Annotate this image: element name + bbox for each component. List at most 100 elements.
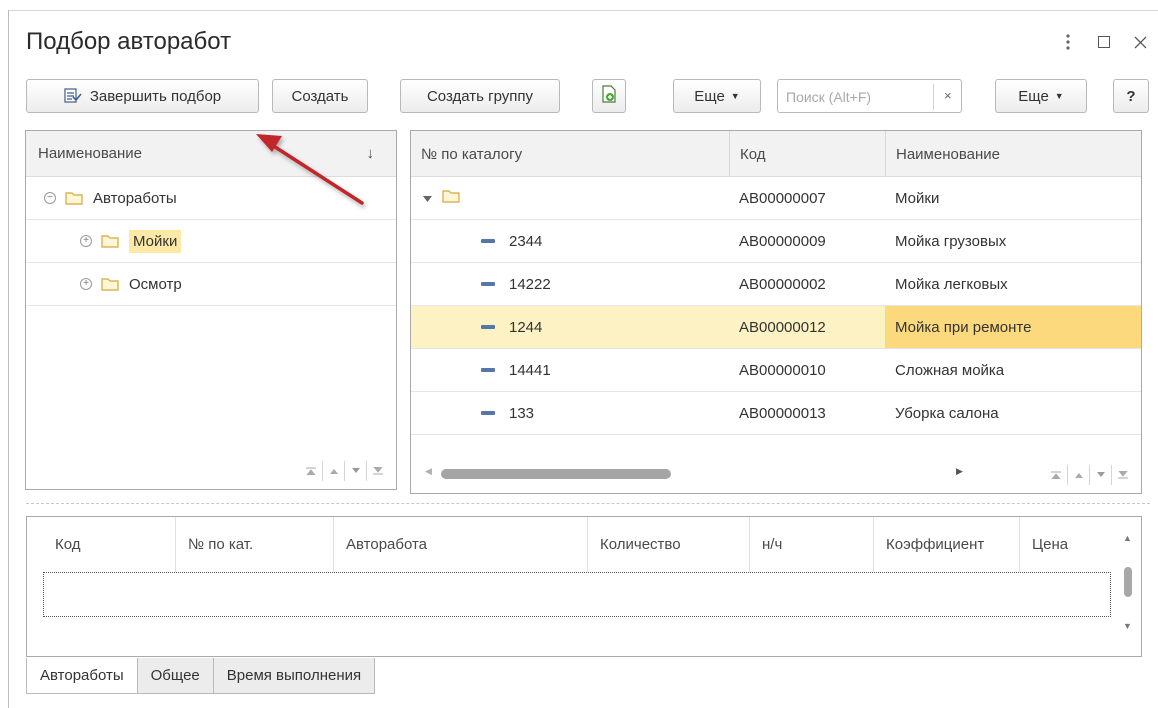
scroll-bottom-icon[interactable] [366, 461, 388, 481]
create-button[interactable]: Создать [272, 79, 368, 113]
more-label-2: Еще [1018, 87, 1049, 105]
sort-descending-icon: ↓ [366, 145, 375, 162]
finish-selection-label: Завершить подбор [89, 87, 222, 105]
horizontal-scroll-thumb[interactable] [441, 469, 671, 479]
column-work[interactable]: Авторабота [333, 517, 587, 572]
window-border-left [8, 10, 9, 708]
cell-code: AB00000007 [739, 189, 826, 207]
window-title: Подбор авторабот [26, 28, 232, 55]
scroll-down-icon[interactable] [344, 461, 366, 481]
tree-header[interactable]: Наименование ↓ [26, 131, 396, 177]
scroll-up-icon[interactable] [322, 461, 344, 481]
folder-icon [442, 189, 460, 207]
finish-selection-button[interactable]: Завершить подбор [26, 79, 259, 113]
copy-button[interactable] [592, 79, 626, 113]
window-controls [1060, 34, 1148, 50]
list-navigation [1045, 465, 1133, 485]
scroll-left-icon[interactable]: ◀ [425, 466, 432, 477]
column-price[interactable]: Цена [1019, 517, 1111, 572]
cell-catalog: 14222 [509, 275, 551, 293]
vertical-scroll-thumb[interactable] [1124, 567, 1132, 597]
column-coefficient[interactable]: Коэффициент [873, 517, 1019, 572]
cell-name: Мойки [895, 189, 940, 207]
tab-execution-time[interactable]: Время выполнения [212, 658, 376, 694]
cell-name: Мойка грузовых [895, 232, 1007, 250]
scroll-up-icon[interactable]: ▲ [1123, 533, 1132, 543]
tree-navigation [300, 461, 388, 481]
collapse-triangle-icon[interactable] [423, 190, 432, 207]
search-input[interactable] [784, 86, 924, 108]
bottom-tabs: Авторабо­ты Общее Время выполнения [26, 658, 376, 694]
tree-header-label: Наименование [38, 145, 142, 162]
scroll-top-icon[interactable] [1045, 465, 1067, 485]
column-catalog-short[interactable]: № по кат. [175, 517, 333, 572]
list-header: № по каталогу Код Наименование [411, 131, 1141, 177]
window-border-top [8, 10, 1158, 11]
help-button[interactable]: ? [1113, 79, 1149, 113]
maximize-icon[interactable] [1096, 34, 1112, 50]
cell-name: Мойка легковых [895, 275, 1008, 293]
scroll-down-icon[interactable] [1089, 465, 1111, 485]
clear-search-icon[interactable]: × [944, 88, 952, 103]
item-icon [481, 411, 495, 415]
search-field[interactable]: × [777, 79, 962, 113]
cell-code: AB00000013 [739, 404, 826, 422]
search-separator [933, 84, 934, 110]
panel-splitter[interactable] [26, 503, 1150, 504]
list-row[interactable]: 133 AB00000013 Уборка салона [411, 392, 1141, 435]
close-icon[interactable] [1132, 34, 1148, 50]
expand-icon[interactable]: + [80, 278, 92, 290]
more-button-1[interactable]: Еще ▼ [673, 79, 761, 113]
list-row[interactable]: 2344 AB00000009 Мойка грузовых [411, 220, 1141, 263]
list-row[interactable]: 14441 AB00000010 Сложная мойка [411, 349, 1141, 392]
group-tree[interactable]: Наименование ↓ − Автоработы + Мойки + Ос… [25, 130, 397, 490]
tree-item-label: Автоработы [93, 189, 177, 207]
tree-item-moyki[interactable]: + Мойки [26, 220, 396, 263]
tree-item-label: Мойки [129, 229, 182, 253]
list-row-folder[interactable]: AB00000007 Мойки [411, 177, 1141, 220]
finish-selection-icon [64, 87, 82, 105]
list-row-selected[interactable]: 1244 AB00000012 Мойка при ремонте [411, 306, 1141, 349]
help-label: ? [1126, 87, 1136, 105]
scroll-bottom-icon[interactable] [1111, 465, 1133, 485]
folder-icon [101, 234, 119, 248]
tab-avtoraboty[interactable]: Авторабо­ты [26, 658, 138, 694]
tree-item-label: Осмотр [129, 275, 182, 293]
works-list[interactable]: № по каталогу Код Наименование AB0000000… [410, 130, 1142, 494]
cell-name: Сложная мойка [895, 361, 1005, 379]
expand-icon[interactable]: + [80, 235, 92, 247]
cell-code: AB00000002 [739, 275, 826, 293]
chevron-down-icon: ▼ [1054, 91, 1064, 101]
column-name[interactable]: Наименование [885, 131, 1141, 177]
tree-item-osmotr[interactable]: + Осмотр [26, 263, 396, 306]
table-row-empty[interactable] [43, 572, 1111, 617]
scroll-up-icon[interactable] [1067, 465, 1089, 485]
column-catalog-number[interactable]: № по каталогу [411, 131, 729, 177]
column-quantity[interactable]: Количество [587, 517, 749, 572]
create-group-button[interactable]: Создать группу [400, 79, 560, 113]
scroll-right-icon[interactable]: ▶ [956, 466, 963, 477]
cell-code: AB00000012 [739, 318, 826, 336]
scroll-top-icon[interactable] [300, 461, 322, 481]
item-icon [481, 239, 495, 243]
toolbar: Завершить подбор Создать Создать группу … [26, 79, 1150, 113]
item-icon [481, 282, 495, 286]
cell-code: AB00000010 [739, 361, 826, 379]
vertical-scrollbar[interactable]: ▲ ▼ [1121, 527, 1135, 647]
column-norm-hours[interactable]: н/ч [749, 517, 873, 572]
more-vertical-icon[interactable] [1060, 34, 1076, 50]
tab-general[interactable]: Общее [136, 658, 214, 694]
selected-works-table[interactable]: Код № по кат. Авторабота Количество н/ч … [26, 516, 1142, 657]
horizontal-scrollbar[interactable]: ◀ ▶ [421, 463, 981, 483]
scroll-down-icon[interactable]: ▼ [1123, 621, 1132, 631]
item-icon [481, 368, 495, 372]
column-code[interactable]: Код [43, 517, 175, 572]
cell-name: Уборка салона [895, 404, 999, 422]
item-icon [481, 325, 495, 329]
list-row[interactable]: 14222 AB00000002 Мойка легковых [411, 263, 1141, 306]
chevron-down-icon: ▼ [730, 91, 740, 101]
collapse-icon[interactable]: − [44, 192, 56, 204]
tree-item-avtoraboty[interactable]: − Автоработы [26, 177, 396, 220]
column-code[interactable]: Код [729, 131, 885, 177]
more-button-2[interactable]: Еще ▼ [995, 79, 1087, 113]
